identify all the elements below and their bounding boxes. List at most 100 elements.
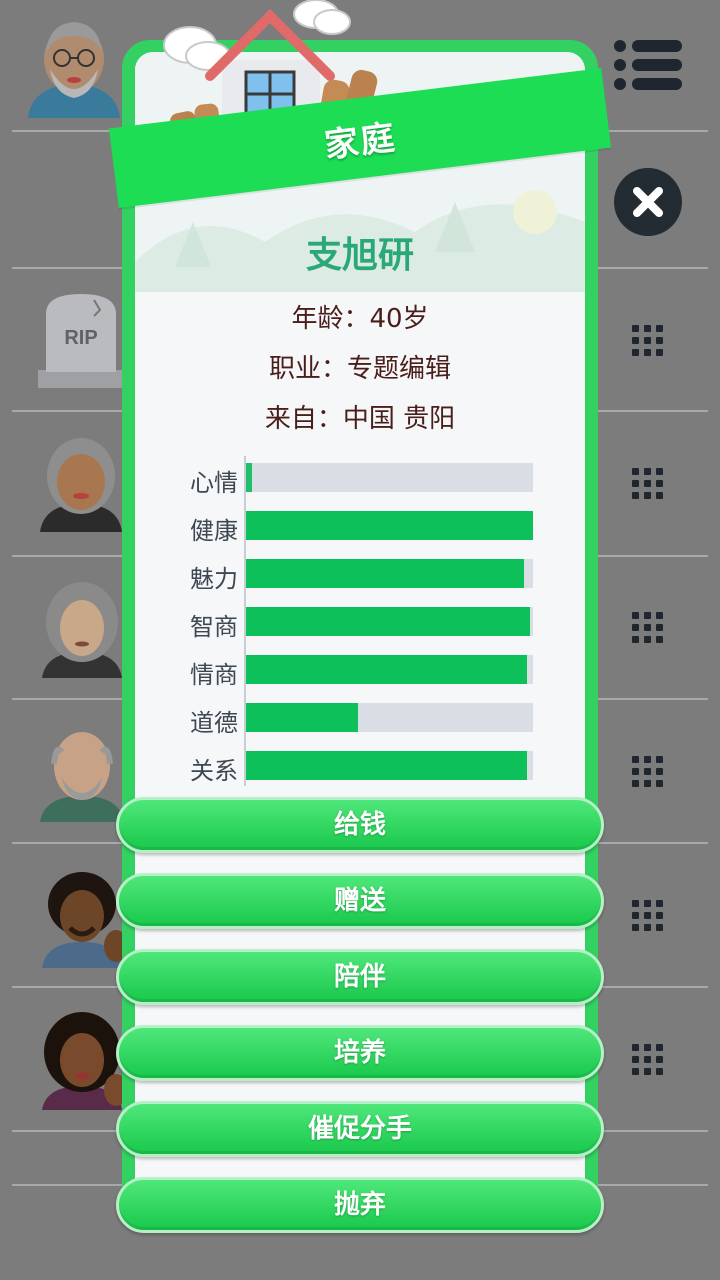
- avatar[interactable]: [38, 432, 124, 532]
- stat-label-relationship: 关系: [190, 757, 238, 785]
- stat-bar-eq: [246, 655, 533, 684]
- stat-bar-relationship: [246, 751, 533, 780]
- stat-fill: [246, 655, 528, 684]
- stat-bar-health: [246, 511, 533, 540]
- grid-dot: [644, 1044, 651, 1051]
- grid-dot: [644, 468, 651, 475]
- grid-dot: [632, 337, 639, 344]
- stat-label-eq: 情商: [190, 661, 238, 689]
- origin-info: 来自：中国 贵阳: [264, 404, 456, 434]
- grid-dot: [632, 768, 639, 775]
- grid-icon[interactable]: [632, 900, 664, 932]
- stat-bar-mood: [246, 463, 533, 492]
- stat-label-mood: 心情: [190, 469, 238, 497]
- grid-dot: [632, 924, 639, 931]
- grid-dot: [632, 1056, 639, 1063]
- grid-dot: [656, 756, 663, 763]
- grid-dot: [632, 756, 639, 763]
- grid-dot: [656, 480, 663, 487]
- avatar[interactable]: [38, 722, 126, 822]
- stat-label-iq: 智商: [190, 613, 238, 641]
- grid-dot: [644, 612, 651, 619]
- grid-dot: [644, 337, 651, 344]
- grid-dot: [644, 492, 651, 499]
- grid-dot: [656, 612, 663, 619]
- stat-label-morality: 道德: [190, 709, 238, 737]
- grid-dot: [644, 912, 651, 919]
- grid-dot: [656, 624, 663, 631]
- grid-dot: [656, 924, 663, 931]
- gift-button[interactable]: 赠送: [116, 873, 604, 929]
- grid-dot: [644, 480, 651, 487]
- stat-bar-iq: [246, 607, 533, 636]
- grid-icon[interactable]: [632, 1044, 664, 1076]
- grid-dot: [644, 924, 651, 931]
- grid-dot: [644, 780, 651, 787]
- grid-dot: [644, 636, 651, 643]
- stat-label-charm: 魅力: [190, 565, 238, 593]
- grid-icon[interactable]: [632, 325, 664, 357]
- stat-fill: [246, 559, 525, 588]
- grid-dot: [632, 780, 639, 787]
- grid-icon[interactable]: [632, 468, 664, 500]
- grid-dot: [656, 900, 663, 907]
- grid-dot: [656, 780, 663, 787]
- grid-dot: [632, 468, 639, 475]
- close-icon: [633, 187, 663, 217]
- grid-icon[interactable]: [632, 756, 664, 788]
- grid-dot: [644, 768, 651, 775]
- stat-bar-morality: [246, 703, 533, 732]
- stat-fill: [246, 703, 358, 732]
- grid-dot: [644, 756, 651, 763]
- grid-dot: [632, 636, 639, 643]
- grid-dot: [632, 912, 639, 919]
- abandon-button[interactable]: 抛弃: [116, 1177, 604, 1233]
- grid-dot: [644, 624, 651, 631]
- avatar[interactable]: [40, 580, 124, 678]
- grid-dot: [632, 900, 639, 907]
- grid-dot: [656, 636, 663, 643]
- grid-dot: [644, 1068, 651, 1075]
- grid-dot: [656, 912, 663, 919]
- stat-fill: [246, 751, 528, 780]
- grid-dot: [656, 349, 663, 356]
- grid-dot: [656, 325, 663, 332]
- grid-dot: [632, 1044, 639, 1051]
- grid-dot: [656, 1056, 663, 1063]
- grid-dot: [632, 1068, 639, 1075]
- grid-dot: [644, 349, 651, 356]
- grid-icon[interactable]: [632, 612, 664, 644]
- grid-dot: [632, 624, 639, 631]
- menu-icon[interactable]: [612, 38, 684, 92]
- accompany-button[interactable]: 陪伴: [116, 949, 604, 1005]
- tombstone-icon: RIP: [38, 294, 124, 388]
- grid-dot: [644, 900, 651, 907]
- stat-fill: [246, 511, 533, 540]
- stat-bar-charm: [246, 559, 533, 588]
- close-button[interactable]: [614, 168, 682, 236]
- grid-dot: [632, 480, 639, 487]
- age-info: 年龄：40岁: [291, 304, 429, 334]
- avatar[interactable]: [40, 868, 130, 968]
- grid-dot: [656, 768, 663, 775]
- grid-dot: [656, 1068, 663, 1075]
- stat-label-health: 健康: [190, 517, 238, 545]
- stat-fill: [246, 463, 252, 492]
- give-money-button[interactable]: 给钱: [116, 797, 604, 853]
- urge-breakup-button[interactable]: 催促分手: [116, 1101, 604, 1157]
- grid-dot: [632, 349, 639, 356]
- grid-dot: [632, 612, 639, 619]
- grid-dot: [632, 325, 639, 332]
- avatar[interactable]: [24, 14, 124, 118]
- nurture-button[interactable]: 培养: [116, 1025, 604, 1081]
- person-name: 支旭研: [305, 235, 414, 276]
- grid-dot: [656, 492, 663, 499]
- stat-fill: [246, 607, 531, 636]
- grid-dot: [656, 337, 663, 344]
- grid-dot: [632, 492, 639, 499]
- svg-text:RIP: RIP: [64, 327, 97, 349]
- grid-dot: [656, 1044, 663, 1051]
- grid-dot: [644, 1056, 651, 1063]
- job-info: 职业：专题编辑: [268, 354, 451, 384]
- grid-dot: [644, 325, 651, 332]
